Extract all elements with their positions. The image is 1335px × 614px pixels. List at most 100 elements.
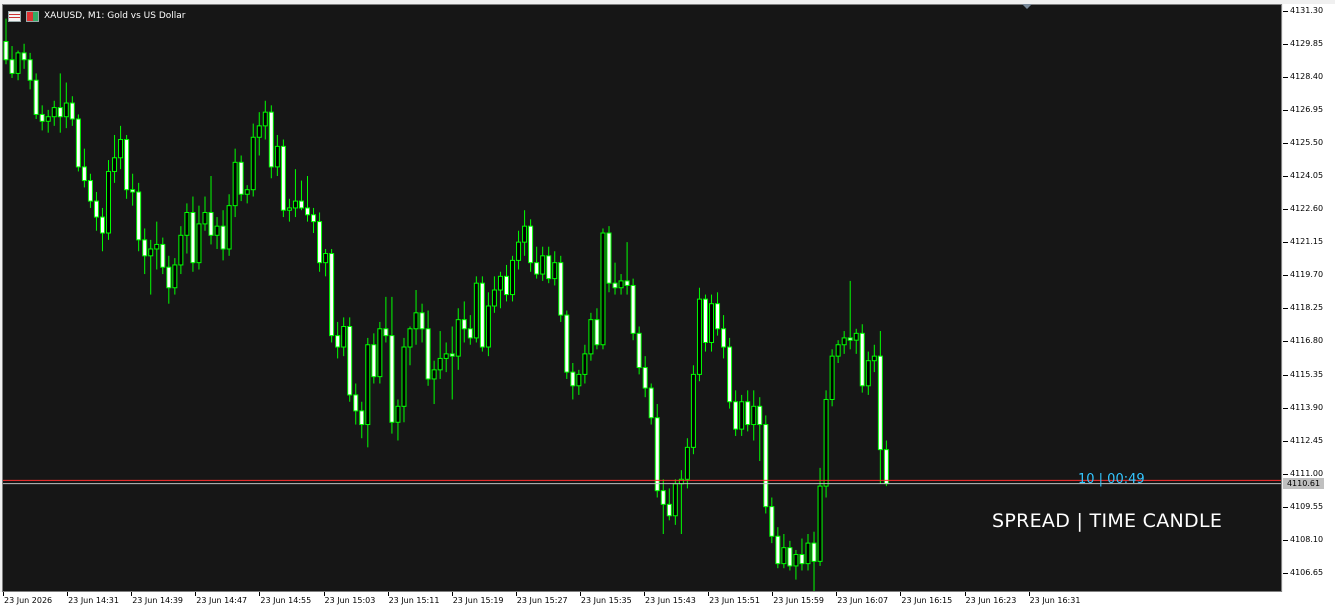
candle-body bbox=[871, 355, 877, 362]
candle bbox=[510, 255, 516, 302]
candle-body bbox=[196, 223, 202, 264]
candle bbox=[516, 230, 522, 270]
candle bbox=[781, 533, 787, 569]
candle bbox=[377, 321, 383, 384]
price-label: 4121.15 bbox=[1290, 237, 1324, 247]
chart-plot-area[interactable] bbox=[2, 4, 1282, 592]
candle bbox=[841, 331, 847, 354]
time-label: 23 Jun 15:59 bbox=[773, 596, 825, 605]
price-label: 4129.85 bbox=[1290, 38, 1324, 48]
candle-body bbox=[317, 221, 323, 264]
price-axis[interactable]: 4131.30 4129.85 4128.40 4126.95 4125.50 4124.… bbox=[1283, 4, 1335, 592]
time-label: 23 Jun 14:47 bbox=[196, 596, 248, 605]
candle bbox=[292, 169, 298, 218]
candle-body bbox=[323, 253, 329, 264]
candle-body bbox=[733, 401, 739, 430]
candle bbox=[305, 176, 310, 222]
candle-body bbox=[118, 139, 124, 159]
price-tick bbox=[1283, 143, 1288, 145]
candle bbox=[425, 310, 431, 386]
candle-body bbox=[877, 355, 883, 451]
candle-body bbox=[112, 157, 118, 172]
candle bbox=[208, 176, 214, 245]
candle bbox=[232, 148, 238, 218]
candle bbox=[75, 114, 81, 172]
candle-body bbox=[75, 118, 81, 168]
market-watch-icon[interactable] bbox=[8, 10, 21, 22]
time-label: 23 Jun 14:55 bbox=[260, 596, 312, 605]
candle-body bbox=[582, 353, 588, 375]
candle bbox=[624, 242, 630, 295]
candle bbox=[371, 333, 377, 384]
candle bbox=[751, 390, 757, 441]
candle-body bbox=[811, 542, 817, 562]
price-tick bbox=[1283, 275, 1288, 277]
candle-body bbox=[160, 243, 166, 268]
candle bbox=[721, 315, 727, 359]
candle bbox=[413, 290, 419, 345]
candle-body bbox=[81, 166, 87, 182]
candle-body bbox=[106, 170, 112, 234]
candle-body bbox=[311, 214, 317, 223]
candle bbox=[497, 271, 503, 309]
candle bbox=[335, 321, 341, 359]
candle-body bbox=[371, 344, 377, 378]
candle-body bbox=[564, 314, 570, 373]
candle bbox=[39, 105, 45, 131]
price-label: 4108.10 bbox=[1290, 534, 1324, 544]
price-tick bbox=[1283, 572, 1288, 574]
candle-body bbox=[757, 405, 763, 426]
candle-body bbox=[491, 289, 497, 307]
candle bbox=[160, 237, 166, 275]
price-label: 4106.65 bbox=[1290, 567, 1324, 577]
price-label: 4124.05 bbox=[1290, 171, 1324, 181]
candle-body bbox=[27, 59, 33, 81]
candle bbox=[467, 315, 473, 345]
candle-body bbox=[244, 189, 250, 195]
time-axis[interactable]: 23 Jun 2026 23 Jun 14:31 23 Jun 14:39 23 Ju… bbox=[0, 592, 1335, 614]
price-tick bbox=[1283, 374, 1288, 376]
chart-shift-marker-icon[interactable] bbox=[1022, 4, 1032, 9]
candle-body bbox=[588, 319, 594, 355]
candle bbox=[365, 337, 371, 448]
candle-body bbox=[787, 547, 793, 567]
candle-body bbox=[739, 401, 745, 430]
candle-body bbox=[166, 266, 172, 289]
candle-body bbox=[142, 239, 148, 257]
candle-body bbox=[383, 328, 389, 337]
candle-body bbox=[99, 216, 105, 234]
price-label: 4125.50 bbox=[1290, 138, 1324, 148]
candle bbox=[401, 337, 407, 423]
candle bbox=[528, 219, 534, 272]
candle-body bbox=[690, 373, 696, 448]
candle bbox=[600, 228, 606, 350]
candle bbox=[136, 182, 142, 252]
candle-body bbox=[473, 282, 479, 339]
candle bbox=[298, 180, 304, 211]
candle bbox=[558, 255, 564, 322]
price-label: 4113.90 bbox=[1290, 402, 1324, 412]
candle-body bbox=[87, 180, 93, 202]
time-label: 23 Jun 15:51 bbox=[709, 596, 760, 605]
candle bbox=[811, 531, 817, 591]
chart-window[interactable]: XAUUSD, M1: Gold vs US Dollar 10 | 00:49… bbox=[0, 0, 1335, 614]
candle bbox=[63, 82, 69, 129]
candle-body bbox=[425, 328, 431, 380]
one-click-trading-icon[interactable] bbox=[26, 10, 39, 22]
candle bbox=[226, 194, 232, 256]
candle-body bbox=[606, 232, 612, 284]
candle bbox=[93, 191, 99, 231]
price-tick bbox=[1283, 473, 1288, 475]
candle-body bbox=[696, 298, 702, 375]
candle-body bbox=[292, 200, 298, 209]
time-label: 23 Jun 16:15 bbox=[901, 596, 953, 605]
candle bbox=[690, 365, 696, 455]
candle bbox=[660, 479, 666, 534]
candle-body bbox=[413, 312, 419, 330]
price-label: 4115.35 bbox=[1290, 369, 1324, 379]
price-tick bbox=[1283, 308, 1288, 310]
candle-body bbox=[479, 282, 485, 348]
time-label: 23 Jun 15:27 bbox=[516, 596, 568, 605]
chart-title: XAUUSD, M1: Gold vs US Dollar bbox=[44, 11, 186, 21]
candle bbox=[630, 278, 636, 341]
